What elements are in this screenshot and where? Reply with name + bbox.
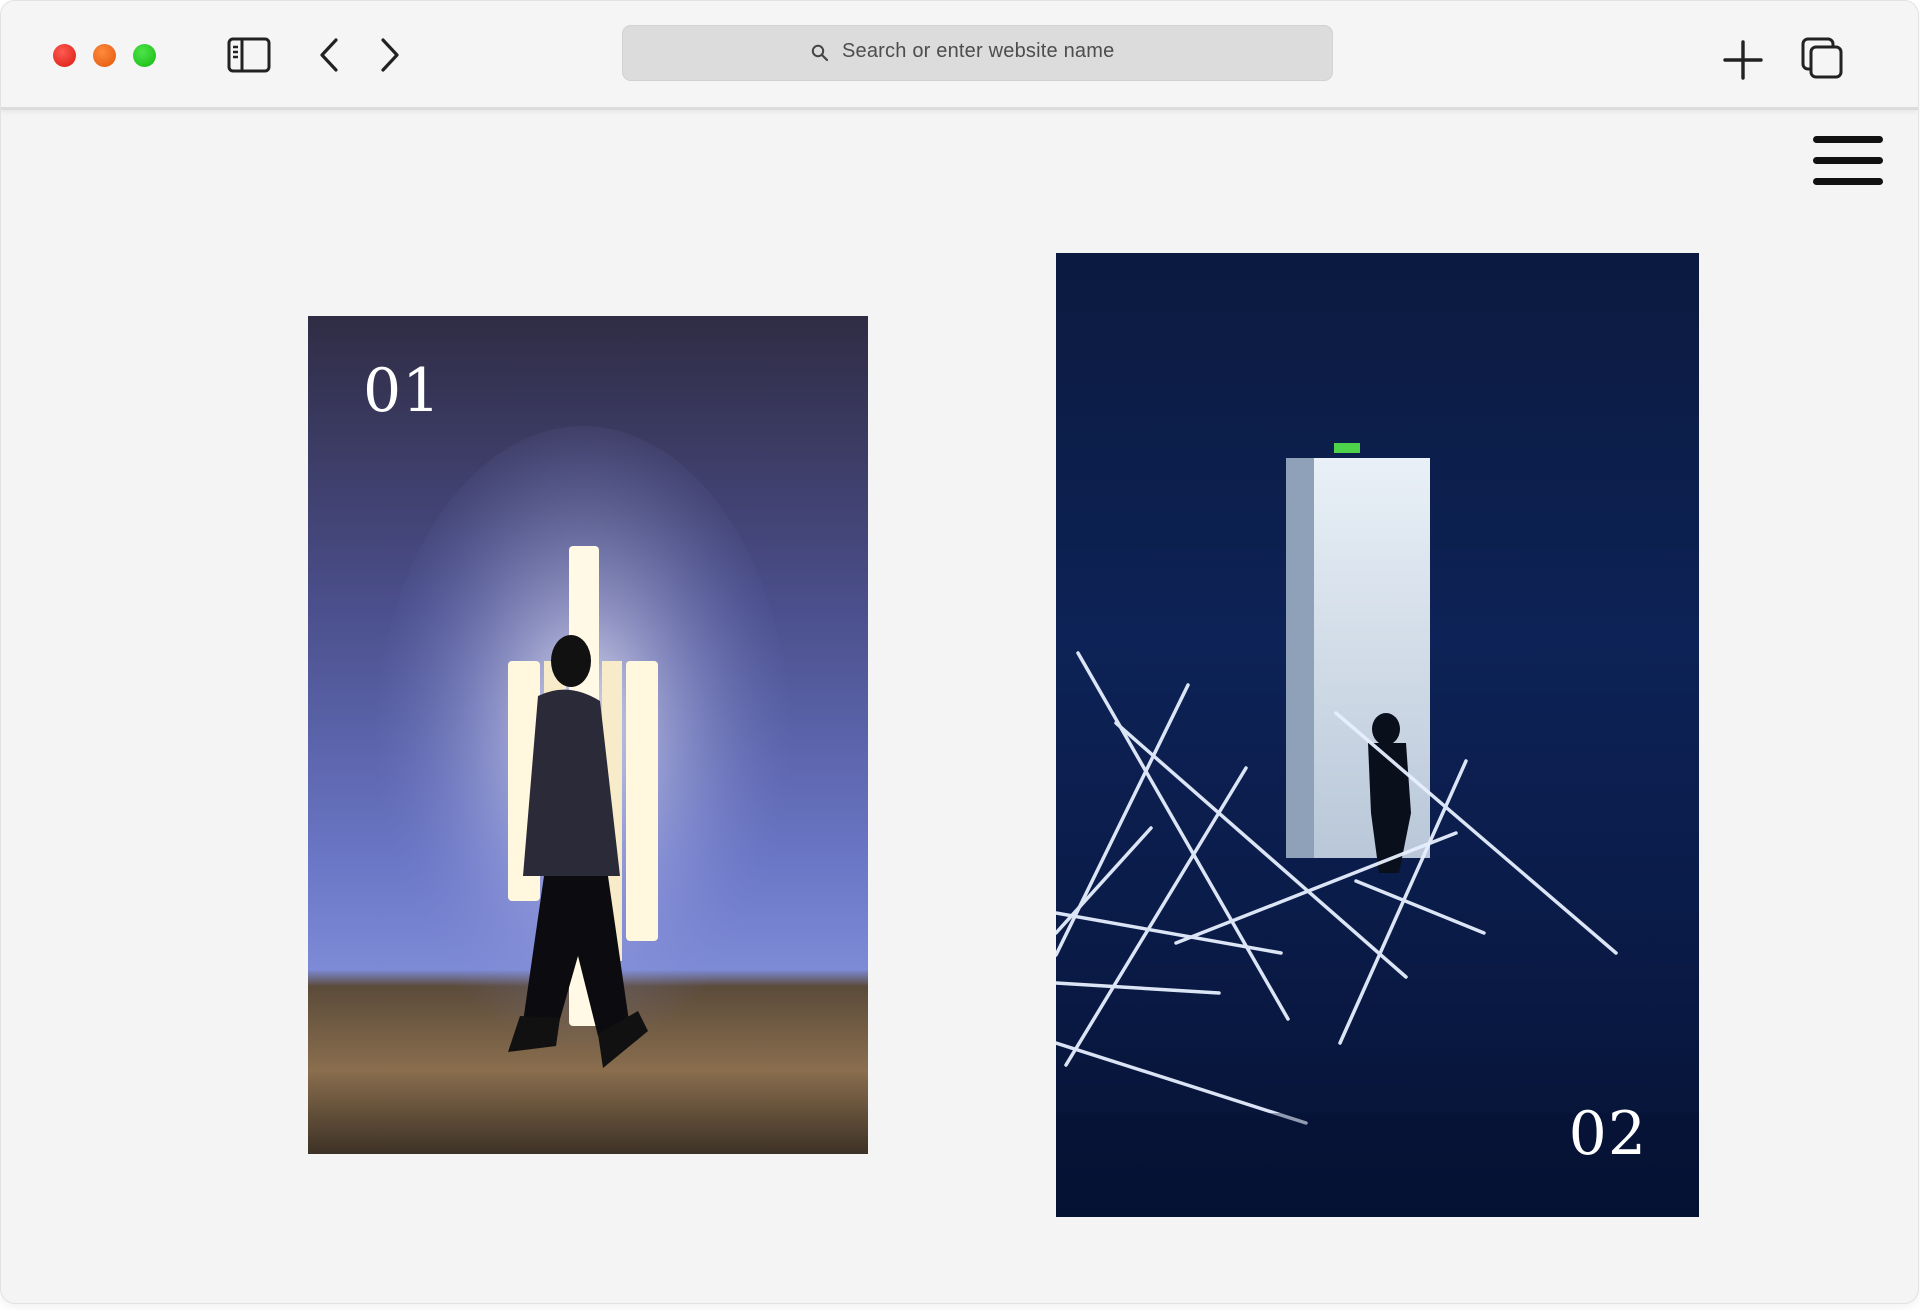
forward-icon[interactable] [378,37,402,73]
gallery-card-02[interactable]: 02 [1056,253,1699,1217]
light-installation-image [373,426,793,1086]
address-bar-placeholder: Search or enter website name [842,40,1115,62]
tabs-overview-icon[interactable] [1801,37,1845,81]
minimize-window-button[interactable] [93,44,116,67]
address-bar[interactable]: Search or enter website name [622,25,1333,81]
sidebar-icon[interactable] [227,37,271,73]
card-number-02: 02 [1568,1099,1647,1169]
back-icon[interactable] [317,37,341,73]
maximize-window-button[interactable] [133,44,156,67]
browser-toolbar: Search or enter website name [1,1,1918,110]
card-number-01: 01 [363,356,442,426]
close-window-button[interactable] [53,44,76,67]
new-tab-icon[interactable] [1723,40,1763,80]
hamburger-menu-icon[interactable] [1813,136,1883,188]
browser-window: Search or enter website name 01 02 [1,1,1918,1303]
neon-installation-image [1056,443,1699,1217]
gallery-card-01[interactable]: 01 [308,316,868,1154]
search-icon [811,44,829,62]
